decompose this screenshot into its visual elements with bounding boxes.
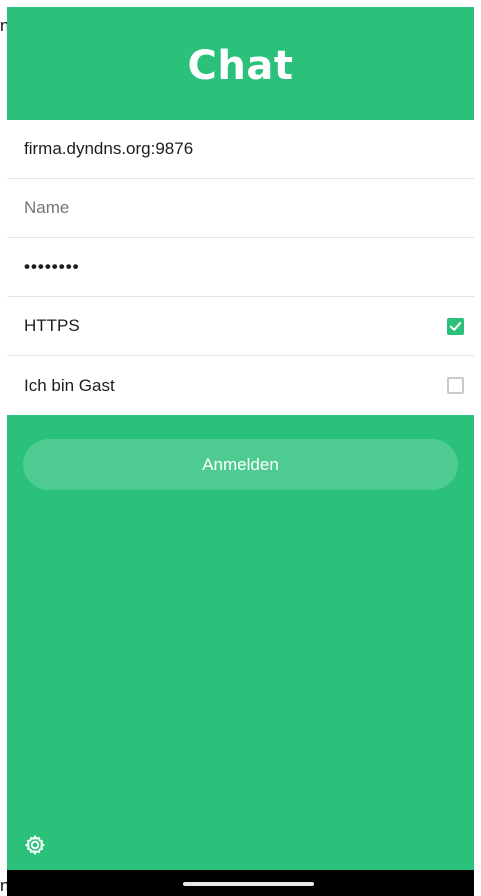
- https-checkbox[interactable]: [447, 317, 464, 335]
- login-screen: Chat firma.dyndns.org:9876 •••••••• HTTP…: [7, 7, 474, 870]
- server-row[interactable]: firma.dyndns.org:9876: [7, 120, 474, 179]
- system-nav-bar: [7, 870, 474, 896]
- login-form: firma.dyndns.org:9876 •••••••• HTTPS Ich…: [7, 120, 474, 415]
- screen: n Chat firma.dyndns.org:9876 •••••••• HT…: [0, 0, 481, 896]
- password-row[interactable]: ••••••••: [7, 238, 474, 297]
- https-label: HTTPS: [24, 316, 80, 335]
- password-field[interactable]: ••••••••: [24, 257, 464, 277]
- name-row[interactable]: [7, 179, 474, 238]
- https-row[interactable]: HTTPS: [7, 297, 474, 356]
- name-field[interactable]: [24, 198, 464, 218]
- gear-icon[interactable]: [24, 834, 46, 856]
- app-header: Chat: [7, 7, 474, 120]
- checkmark-icon: [449, 321, 462, 331]
- guest-checkbox[interactable]: [447, 377, 464, 394]
- guest-label: Ich bin Gast: [24, 375, 115, 395]
- login-button-label: Anmelden: [202, 454, 279, 474]
- page-title: Chat: [187, 42, 294, 89]
- edge-text-bottom: n: [0, 876, 7, 895]
- home-gesture-handle[interactable]: [183, 882, 314, 886]
- server-field[interactable]: firma.dyndns.org:9876: [24, 139, 464, 159]
- guest-row[interactable]: Ich bin Gast: [7, 356, 474, 415]
- edge-text-top: n: [0, 16, 7, 35]
- login-button[interactable]: Anmelden: [23, 439, 458, 490]
- login-area: Anmelden: [7, 415, 474, 490]
